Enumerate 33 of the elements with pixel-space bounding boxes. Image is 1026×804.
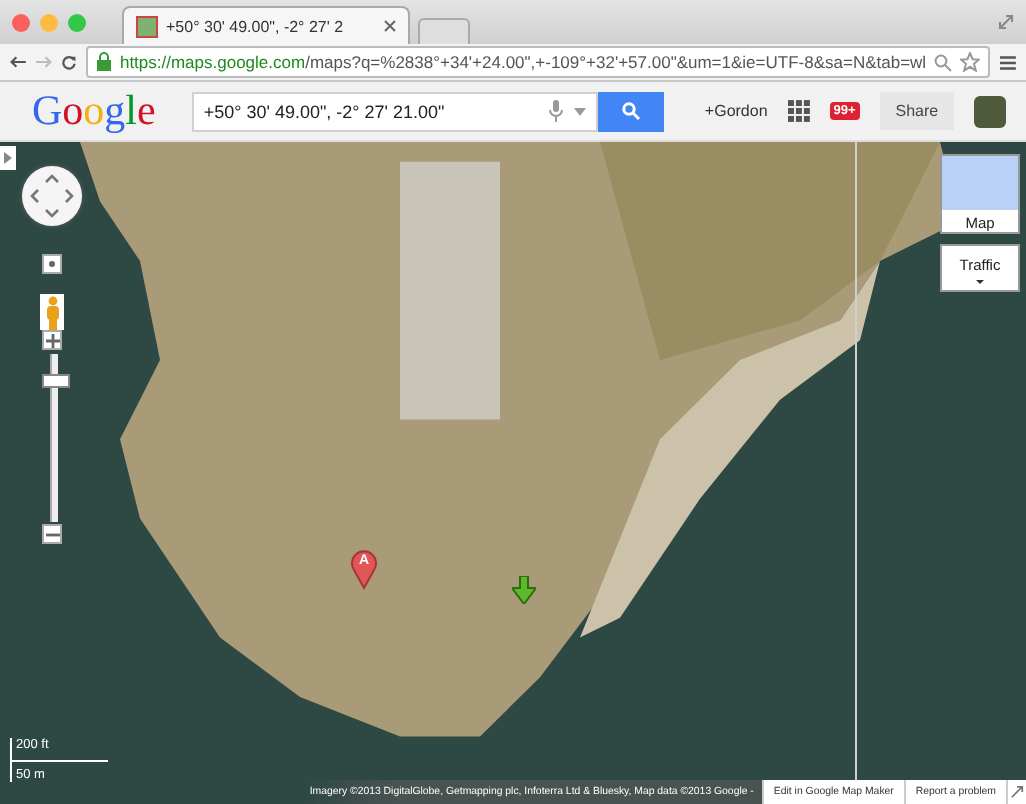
search-icon[interactable]	[934, 53, 953, 71]
browser-tab[interactable]: +50° 30' 49.00", -2° 27' 2	[122, 6, 410, 44]
down-arrow-marker-icon[interactable]	[512, 576, 536, 604]
apps-grid-icon[interactable]	[787, 100, 810, 122]
lock-icon	[95, 52, 112, 72]
search-button[interactable]	[597, 91, 665, 131]
close-tab-icon[interactable]	[384, 20, 396, 32]
zoom-reset-button[interactable]	[42, 254, 62, 274]
panel-toggle-button[interactable]	[0, 146, 16, 170]
close-window-icon[interactable]	[12, 13, 30, 31]
avatar-placeholder[interactable]	[974, 95, 1007, 127]
search-field[interactable]: +50° 30' 49.00", -2° 27' 21.00"	[191, 91, 598, 131]
fullscreen-icon[interactable]	[998, 14, 1014, 30]
plus-icon	[45, 333, 59, 347]
zoom-out-button[interactable]	[42, 524, 62, 544]
dot-icon	[48, 260, 56, 268]
share-button[interactable]: Share	[879, 92, 955, 130]
reload-icon[interactable]	[61, 53, 76, 71]
map-pin-icon[interactable]	[350, 550, 378, 590]
microphone-icon[interactable]	[547, 100, 564, 122]
user-link[interactable]: +Gordon	[704, 102, 768, 120]
address-field[interactable]: https://maps.google.com/maps?q=%2838°+34'+24.00",+-109°+32'+57.00"&um=1&ie=UTF-8&sa=N&tab=wl	[85, 46, 991, 78]
menu-icon[interactable]	[1000, 53, 1016, 71]
expand-icon[interactable]	[1006, 780, 1026, 804]
back-icon[interactable]	[10, 54, 26, 70]
caret-icon	[4, 152, 12, 164]
zoom-in-button[interactable]	[42, 330, 62, 350]
zoom-slider-handle[interactable]	[42, 373, 70, 388]
search-icon	[622, 102, 641, 120]
map-favicon-icon	[136, 15, 158, 37]
google-logo[interactable]: Google	[32, 86, 156, 136]
caret-icon[interactable]	[573, 107, 586, 115]
star-icon[interactable]	[960, 52, 981, 72]
